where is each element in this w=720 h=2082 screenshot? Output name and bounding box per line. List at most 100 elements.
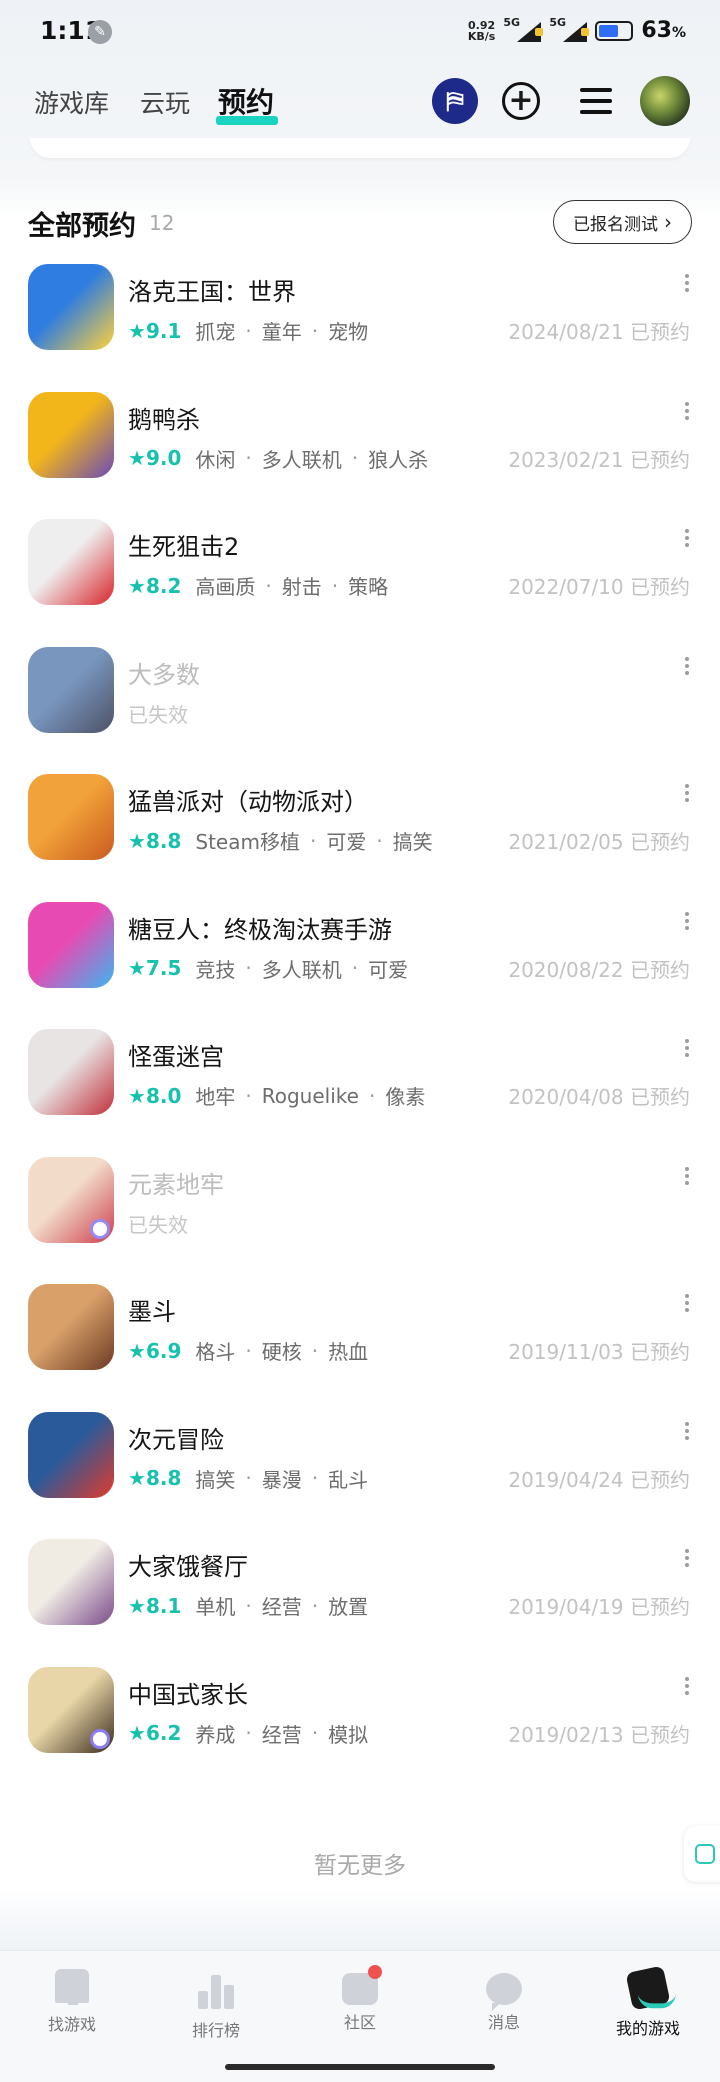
tab-cloud-play[interactable]: 云玩 [140, 84, 190, 120]
tag-separator: · [245, 318, 252, 343]
signal-icon: 5G [503, 16, 544, 42]
game-row[interactable]: 次元冒险 ★8.8 搞笑 · 暴漫 · 乱斗 2019/04/24 已预约 [0, 1411, 720, 1540]
game-icon[interactable] [28, 774, 114, 860]
game-meta: ★8.8 Steam移植 · 可爱 · 搞笑 [128, 826, 433, 855]
game-icon[interactable] [28, 264, 114, 350]
tab-reservations[interactable]: 预约 [218, 81, 274, 121]
more-options-icon[interactable] [684, 401, 690, 420]
game-icon[interactable] [28, 1539, 114, 1625]
more-options-icon[interactable] [684, 529, 690, 547]
more-options-icon[interactable] [684, 1676, 690, 1695]
more-options-icon[interactable] [684, 1421, 690, 1440]
game-tag: 抓宠 [195, 320, 236, 344]
game-icon[interactable] [28, 901, 114, 988]
game-tag: 格斗 [195, 1340, 236, 1364]
expired-status: 已失效 [128, 1212, 188, 1237]
game-row[interactable]: 鹅鸭杀 ★9.0 休闲 · 多人联机 · 狼人杀 2023/02/21 已预约 [0, 391, 720, 520]
game-row[interactable]: 墨斗 ★6.9 格斗 · 硬核 · 热血 2019/11/03 已预约 [0, 1284, 720, 1412]
more-options-icon[interactable] [684, 784, 690, 802]
tag-separator: · [368, 1083, 376, 1108]
star-icon: ★ [128, 446, 146, 470]
game-row[interactable]: 洛克王国：世界 ★9.1 抓宠 · 童年 · 宠物 2024/08/21 已预约 [0, 264, 720, 392]
game-icon[interactable] [28, 1029, 114, 1115]
more-options-icon[interactable] [684, 1039, 690, 1057]
game-icon[interactable] [28, 1411, 114, 1498]
chevron-right-icon: › [664, 210, 672, 234]
tag-separator: · [245, 1593, 252, 1618]
game-tag: 可爱 [368, 957, 409, 982]
game-name: 中国式家长 [128, 1680, 248, 1709]
reservation-date: 2019/11/03 已预约 [508, 1340, 690, 1364]
game-icon[interactable] [28, 646, 114, 733]
home-indicator [225, 2064, 495, 2070]
reservation-date: 2019/02/13 已预约 [508, 1722, 690, 1747]
game-tag: 可爱 [326, 830, 367, 854]
ranking-icon [196, 1969, 236, 2009]
game-row[interactable]: 元素地牢 已失效 [0, 1156, 720, 1285]
more-options-icon[interactable] [684, 911, 690, 930]
reservation-list: 洛克王国：世界 ★9.1 抓宠 · 童年 · 宠物 2024/08/21 已预约 鹅鸭杀 … [0, 264, 720, 1794]
reservation-date: 2023/02/21 已预约 [508, 447, 690, 472]
game-icon[interactable] [28, 519, 114, 605]
game-name: 鹅鸭杀 [128, 405, 200, 434]
tag-separator: · [311, 1466, 319, 1490]
card-edge [30, 138, 690, 158]
game-tag: Steam移植 [195, 830, 300, 854]
section-count: 12 [149, 211, 175, 235]
nav-community[interactable]: 社区 [300, 1965, 420, 2033]
game-tag: Roguelike [261, 1083, 359, 1108]
gift-icon[interactable]: ⛿ [432, 78, 478, 124]
more-options-icon[interactable] [684, 656, 690, 675]
registered-tests-button[interactable]: 已报名测试 › [553, 200, 692, 244]
game-icon[interactable] [28, 1156, 114, 1243]
rating-score: ★7.5 [128, 956, 182, 980]
rating-score: ★8.1 [128, 1593, 182, 1618]
game-meta: ★7.5 竞技 · 多人联机 · 可爱 [128, 954, 408, 983]
tag-separator: · [245, 1466, 252, 1490]
star-icon: ★ [128, 1593, 146, 1618]
game-row[interactable]: 怪蛋迷宫 ★8.0 地牢 · Roguelike · 像素 2020/04/08 已预约 [0, 1029, 720, 1157]
nav-rankings[interactable]: 排行榜 [156, 1969, 276, 2041]
game-row[interactable]: 中国式家长 ★6.2 养成 · 经营 · 模拟 2019/02/13 已预约 [0, 1666, 720, 1795]
cloud-badge-icon [90, 1218, 110, 1239]
game-row[interactable]: 大家饿餐厅 ★8.1 单机 · 经营 · 放置 2019/04/19 已预约 [0, 1539, 720, 1667]
tag-separator: · [351, 956, 359, 980]
game-tag: 宠物 [328, 320, 369, 344]
game-icon[interactable] [28, 1284, 114, 1370]
tag-separator: · [245, 1721, 252, 1745]
game-row[interactable]: 糖豆人：终极淘汰赛手游 ★7.5 竞技 · 多人联机 · 可爱 2020/08/22 已预… [0, 901, 720, 1030]
more-options-icon[interactable] [684, 1166, 690, 1185]
bottom-nav: 找游戏 排行榜 社区 消息 我的游戏 [0, 1950, 720, 2082]
no-more-text: 暂无更多 [314, 1853, 406, 1879]
game-row[interactable]: 大多数 已失效 [0, 646, 720, 775]
game-tag: 模拟 [328, 1722, 369, 1747]
more-options-icon[interactable] [684, 1549, 690, 1567]
game-row[interactable]: 猛兽派对（动物派对） ★8.8 Steam移植 · 可爱 · 搞笑 2021/02/05 … [0, 774, 720, 902]
game-row[interactable]: 生死狙击2 ★8.2 高画质 · 射击 · 策略 2022/07/10 已预约 [0, 519, 720, 647]
add-icon[interactable]: + [502, 82, 540, 120]
avatar[interactable] [640, 76, 690, 126]
nav-messages[interactable]: 消息 [444, 1969, 564, 2033]
tab-game-library[interactable]: 游戏库 [34, 84, 109, 120]
game-art [28, 774, 114, 860]
game-name: 大家饿餐厅 [128, 1553, 248, 1581]
tag-separator: · [245, 446, 252, 470]
nav-find-games[interactable]: 找游戏 [12, 1969, 132, 2035]
more-options-icon[interactable] [684, 1294, 690, 1312]
notification-dot [368, 1965, 382, 1979]
more-options-icon[interactable] [684, 274, 690, 292]
game-tag: 休闲 [195, 447, 236, 472]
game-meta: 已失效 [128, 1209, 188, 1238]
star-icon: ★ [128, 828, 146, 853]
nav-my-games[interactable]: 我的游戏 [588, 1965, 708, 2039]
bottom-fade [0, 1890, 720, 1950]
tag-separator: · [311, 1338, 319, 1363]
game-icon[interactable] [28, 1666, 114, 1753]
menu-icon[interactable] [573, 78, 619, 124]
download-float-icon[interactable] [684, 1826, 720, 1882]
game-meta: ★6.9 格斗 · 硬核 · 热血 [128, 1336, 368, 1365]
game-icon[interactable] [28, 391, 114, 478]
game-art [28, 264, 114, 350]
game-art [28, 519, 114, 605]
star-icon: ★ [128, 956, 146, 980]
